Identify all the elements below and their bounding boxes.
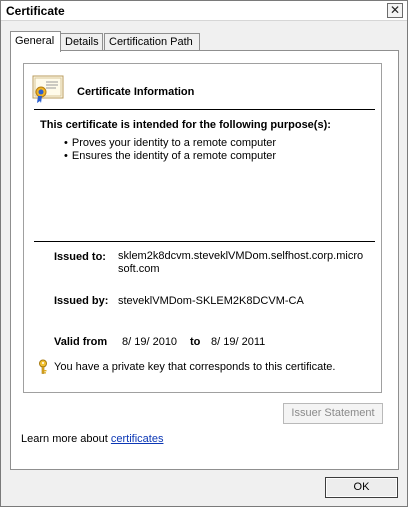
issued-to-label: Issued to: [54,251,106,263]
tab-details[interactable]: Details [60,33,103,51]
issued-by-label: Issued by: [54,295,109,307]
certificates-link[interactable]: certificates [111,433,164,445]
key-icon [39,359,47,374]
tab-certification-path-label: Certification Path [109,36,193,48]
close-icon: ✕ [389,3,401,17]
title-bar: Certificate ✕ [1,1,407,21]
learn-more-text: Learn more about certificates [21,433,163,445]
divider-top [34,109,375,110]
tab-details-label: Details [65,36,99,48]
ok-button[interactable]: OK [325,477,398,498]
certificate-icon [32,75,64,103]
valid-to-value: 8/ 19/ 2011 [211,336,266,348]
valid-from-label: Valid from [54,336,108,348]
purpose-item: Ensures the identity of a remote compute… [64,150,276,163]
learn-more-prefix: Learn more about [21,433,111,445]
purpose-heading: This certificate is intended for the fol… [40,119,331,131]
issuer-statement-button[interactable]: Issuer Statement [283,403,383,424]
purpose-item: Proves your identity to a remote compute… [64,137,276,150]
tab-general[interactable]: General [10,31,61,52]
issued-to-value: sklem2k8dcvm.steveklVMDom.selfhost.corp.… [118,250,364,275]
certificate-dialog: Certificate ✕ General Details Certificat… [0,0,408,507]
certificate-info-frame: Certificate Information This certificate… [23,63,382,393]
close-button[interactable]: ✕ [387,3,403,18]
window-title: Certificate [6,4,65,18]
issued-by-value: steveklVMDom-SKLEM2K8DCVM-CA [118,295,304,307]
tab-certification-path[interactable]: Certification Path [104,33,200,51]
private-key-text: You have a private key that corresponds … [54,361,336,373]
purpose-list: Proves your identity to a remote compute… [64,137,276,163]
certificate-info-title: Certificate Information [77,86,195,98]
valid-from-value: 8/ 19/ 2010 [122,336,178,348]
divider-bottom [34,241,375,242]
general-tab-panel: Certificate Information This certificate… [10,50,399,470]
tab-general-label: General [15,35,55,47]
valid-to-label: to [190,336,201,348]
